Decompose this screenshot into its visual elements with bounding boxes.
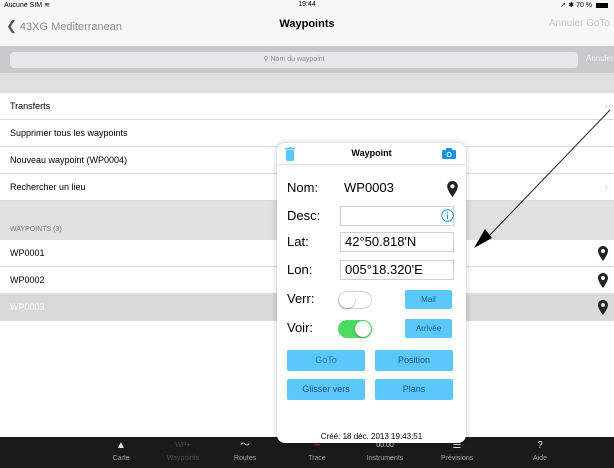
waypoint-name: WP0003 — [10, 302, 45, 312]
desc-label: Desc: — [287, 208, 321, 223]
map-pin-icon[interactable] — [598, 300, 608, 315]
waypoint-name: WP0001 — [10, 248, 45, 258]
lon-label: Lon: — [287, 262, 313, 277]
created-timestamp: Créé: 18 déc. 2013 19:43:51 — [320, 432, 423, 441]
popover-arrow — [267, 272, 277, 290]
section-spacer — [0, 73, 614, 93]
tab-label: Carte — [112, 455, 130, 462]
menu-item-label: Rechercher un lieu — [10, 182, 86, 192]
navigation-bar: ❮ 43XG Mediterranean Waypoints Annuler Go… — [0, 11, 614, 47]
menu-item-label: Supprimer tous les waypoints — [10, 128, 128, 138]
info-icon[interactable] — [441, 209, 454, 222]
drag-to-button[interactable]: Glisser vers — [287, 379, 365, 400]
bluetooth-icon: ✱ — [568, 2, 575, 9]
chevron-right-icon: › — [604, 101, 608, 112]
chevron-right-icon: › — [604, 182, 608, 193]
map-pin-icon[interactable] — [598, 246, 608, 261]
waypoint-name: WP0002 — [10, 275, 45, 285]
popover-header: Waypoint — [277, 143, 466, 165]
battery-percent: 70 % — [576, 2, 593, 9]
tab-label: Instruments — [366, 455, 404, 462]
page-title: Waypoints — [279, 18, 335, 30]
lock-label: Verr: — [287, 291, 315, 306]
arrival-button[interactable]: Arrivée — [405, 319, 452, 338]
search-cancel-button[interactable]: Annuler — [586, 54, 614, 63]
tab-label: Prévisions — [440, 455, 474, 462]
lat-field[interactable]: 42°50.818'N — [340, 232, 454, 252]
toggle-knob — [339, 292, 355, 308]
name-field[interactable]: WP0003 — [344, 180, 394, 195]
menu-item-label: Transferts — [10, 101, 51, 111]
search-bar: ⚲ Nom du waypoint Annuler — [0, 47, 614, 73]
tab-label: Waypoints — [166, 455, 200, 462]
goto-button[interactable]: GoTo — [287, 350, 365, 371]
show-label: Voir: — [287, 320, 314, 335]
position-button[interactable]: Position — [375, 350, 453, 371]
menu-item-label: Nouveau waypoint (WP0004) — [10, 155, 128, 165]
toggle-knob — [355, 321, 371, 337]
location-icon: ➚ — [560, 2, 567, 9]
tab-aide[interactable]: ? Aide — [505, 437, 575, 468]
waypoint-popover: Waypoint Nom: WP0003 Desc: Lat: 42°50.81… — [277, 143, 466, 443]
map-pin-icon[interactable] — [447, 181, 458, 197]
tab-waypoints[interactable]: WP+ Waypoints — [148, 437, 218, 468]
search-input[interactable]: ⚲ Nom du waypoint — [10, 52, 578, 68]
lock-toggle[interactable] — [338, 291, 372, 309]
mail-button[interactable]: Mail — [405, 290, 452, 309]
tab-routes[interactable]: 〜 Routes — [210, 437, 280, 468]
triangle-icon: ▲ — [116, 440, 126, 451]
tab-label: Routes — [233, 455, 257, 462]
map-pin-icon[interactable] — [598, 273, 608, 288]
status-bar: Aucune SIM ≋ 19:44 ➚ ✱ 70 % — [0, 0, 614, 11]
waypoint-plus-icon: WP+ — [175, 442, 191, 449]
show-toggle[interactable] — [338, 320, 372, 338]
help-icon: ? — [537, 440, 543, 451]
cancel-goto-button[interactable]: Annuler GoTo — [549, 18, 610, 29]
desc-field[interactable] — [340, 206, 454, 226]
camera-icon[interactable] — [442, 148, 456, 159]
search-icon: ⚲ — [263, 56, 269, 63]
name-label: Nom: — [287, 180, 319, 195]
clock: 19:44 — [298, 1, 316, 8]
lat-label: Lat: — [287, 234, 309, 249]
search-placeholder: Nom du waypoint — [270, 56, 325, 63]
tab-label: Trace — [308, 455, 326, 462]
popover-title: Waypoint — [351, 148, 392, 158]
menu-item-transfers[interactable]: Transferts › — [0, 93, 614, 120]
battery-icon — [596, 2, 608, 8]
route-icon: 〜 — [240, 440, 250, 451]
lon-field[interactable]: 005°18.320'E — [340, 260, 454, 280]
tab-label: Aide — [532, 455, 547, 462]
charts-button[interactable]: Plans — [375, 379, 453, 400]
tab-carte[interactable]: ▲ Carte — [86, 437, 156, 468]
